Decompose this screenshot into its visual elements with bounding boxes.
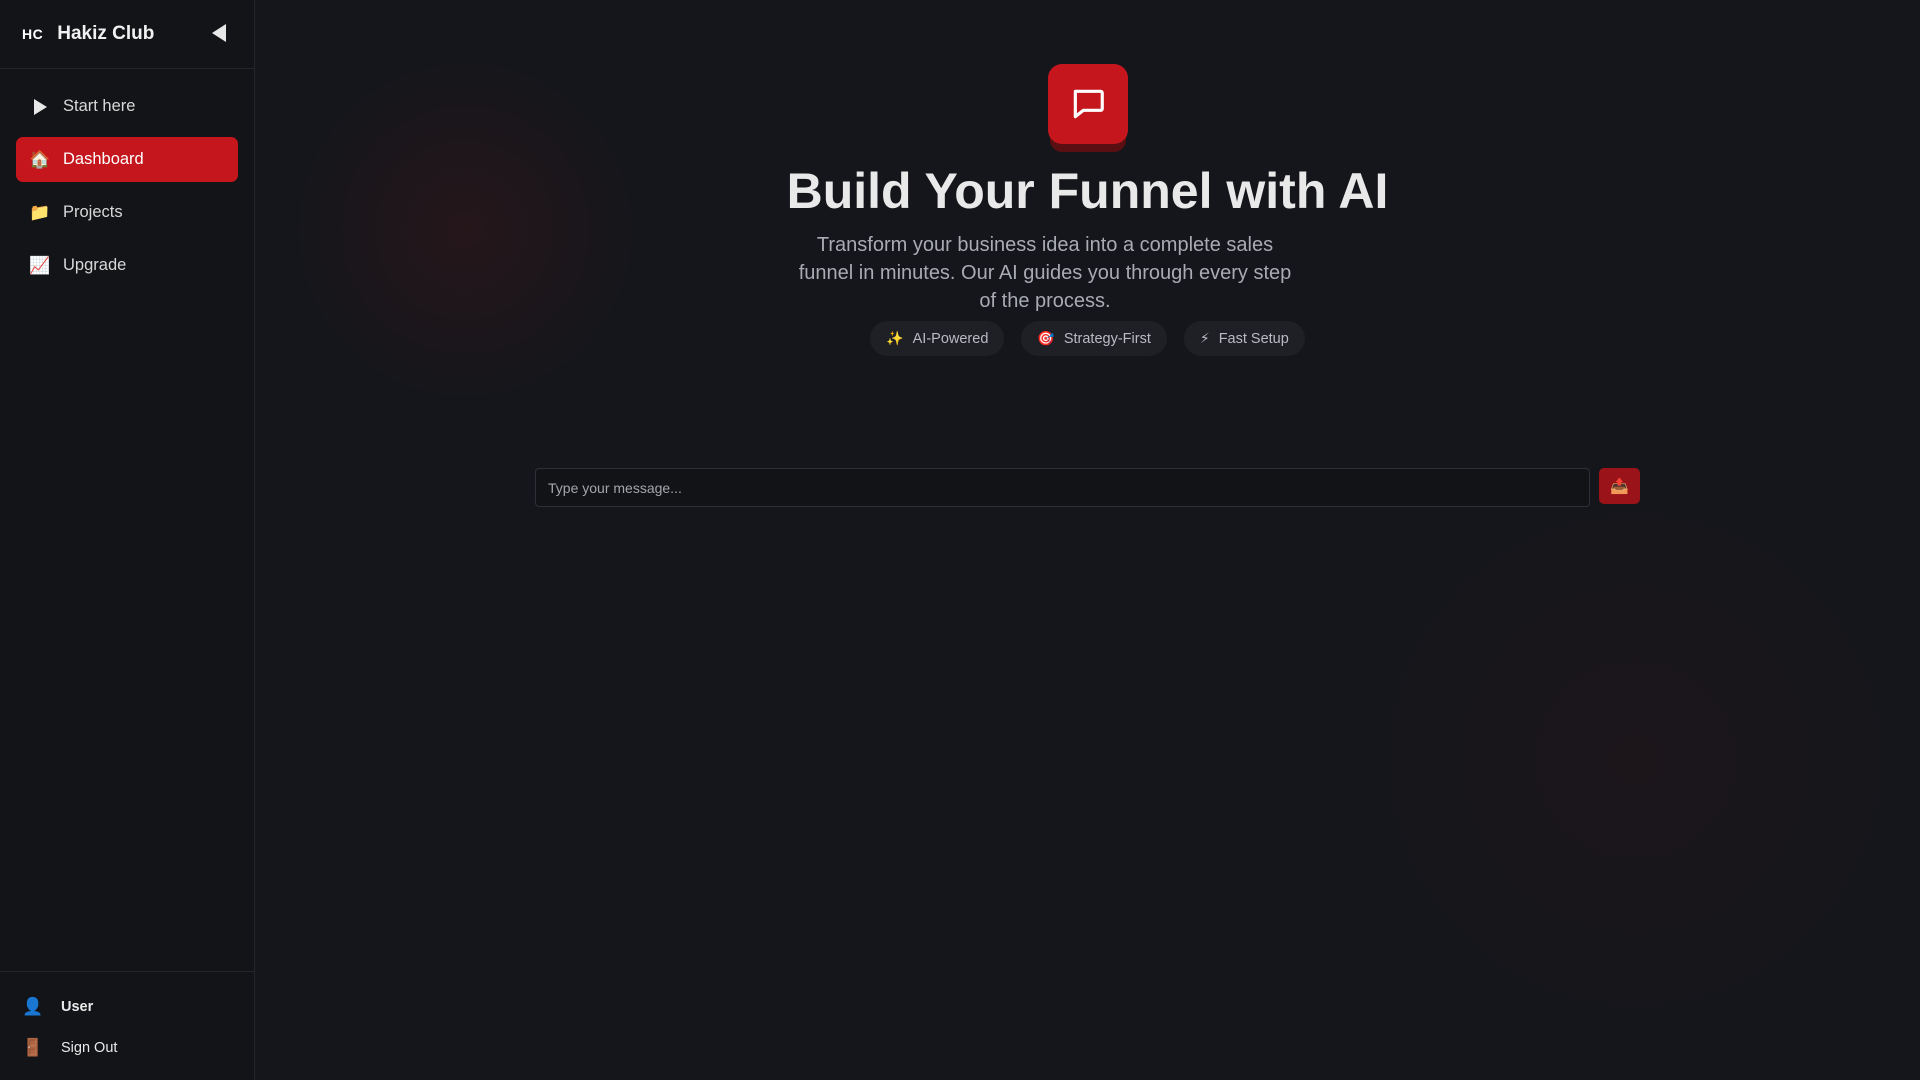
brand-header: HC Hakiz Club	[0, 0, 254, 69]
folder-icon: 📁	[29, 202, 51, 222]
sidebar: HC Hakiz Club Start here 🏠 Dashboard 📁 P…	[0, 0, 255, 1080]
house-icon: 🏠	[29, 149, 51, 169]
page-subtitle: Transform your business idea into a comp…	[798, 234, 1292, 312]
feature-chip-ai-powered: ✨ AI-Powered	[870, 321, 1005, 356]
sidebar-nav: Start here 🏠 Dashboard 📁 Projects 📈 Upgr…	[0, 69, 254, 288]
door-icon: 🚪	[22, 1037, 44, 1057]
user-menu-item[interactable]: 👤 User	[22, 986, 232, 1027]
lightning-icon: ⚡	[1199, 330, 1210, 346]
chip-label: AI-Powered	[912, 330, 989, 347]
target-icon: 🎯	[1037, 330, 1055, 346]
message-input[interactable]	[535, 468, 1590, 507]
sidebar-footer: 👤 User 🚪 Sign Out	[0, 971, 254, 1080]
feature-chip-fast-setup: ⚡ Fast Setup	[1183, 321, 1305, 356]
sidebar-item-label: Upgrade	[63, 256, 127, 274]
user-icon: 👤	[22, 996, 44, 1016]
sidebar-item-start-here[interactable]: Start here	[16, 84, 238, 129]
main-content: Build Your Funnel with AI Transform your…	[255, 0, 1920, 1080]
sidebar-item-label: Projects	[63, 203, 123, 221]
feature-chip-strategy-first: 🎯 Strategy-First	[1021, 321, 1167, 356]
sidebar-item-dashboard[interactable]: 🏠 Dashboard	[16, 137, 238, 182]
sidebar-item-projects[interactable]: 📁 Projects	[16, 190, 238, 235]
sign-out-label: Sign Out	[61, 1039, 118, 1056]
chip-label: Strategy-First	[1063, 330, 1151, 347]
sidebar-item-upgrade[interactable]: 📈 Upgrade	[16, 243, 238, 288]
app-root: HC Hakiz Club Start here 🏠 Dashboard 📁 P…	[0, 0, 1920, 1080]
collapse-sidebar-button[interactable]	[210, 22, 228, 44]
chip-label: Fast Setup	[1218, 330, 1289, 347]
sidebar-item-label: Start here	[63, 97, 136, 115]
outbox-icon: 📤	[1610, 478, 1629, 495]
page-title: Build Your Funnel with AI	[786, 163, 1389, 219]
user-label: User	[61, 998, 94, 1015]
feature-chips: ✨ AI-Powered 🎯 Strategy-First ⚡ Fast Set…	[255, 321, 1920, 356]
sparkles-icon: ✨	[886, 330, 904, 346]
brand-logo: HC	[22, 26, 44, 42]
chat-bubble-icon	[1048, 64, 1128, 144]
play-icon	[29, 98, 51, 115]
triangle-left-icon	[212, 24, 226, 42]
sidebar-item-label: Dashboard	[63, 150, 144, 168]
sign-out-button[interactable]: 🚪 Sign Out	[22, 1027, 232, 1068]
chart-increasing-icon: 📈	[29, 255, 51, 275]
chat-composer: 📤	[535, 468, 1640, 507]
send-button[interactable]: 📤	[1599, 468, 1640, 504]
brand-name: Hakiz Club	[57, 23, 155, 44]
